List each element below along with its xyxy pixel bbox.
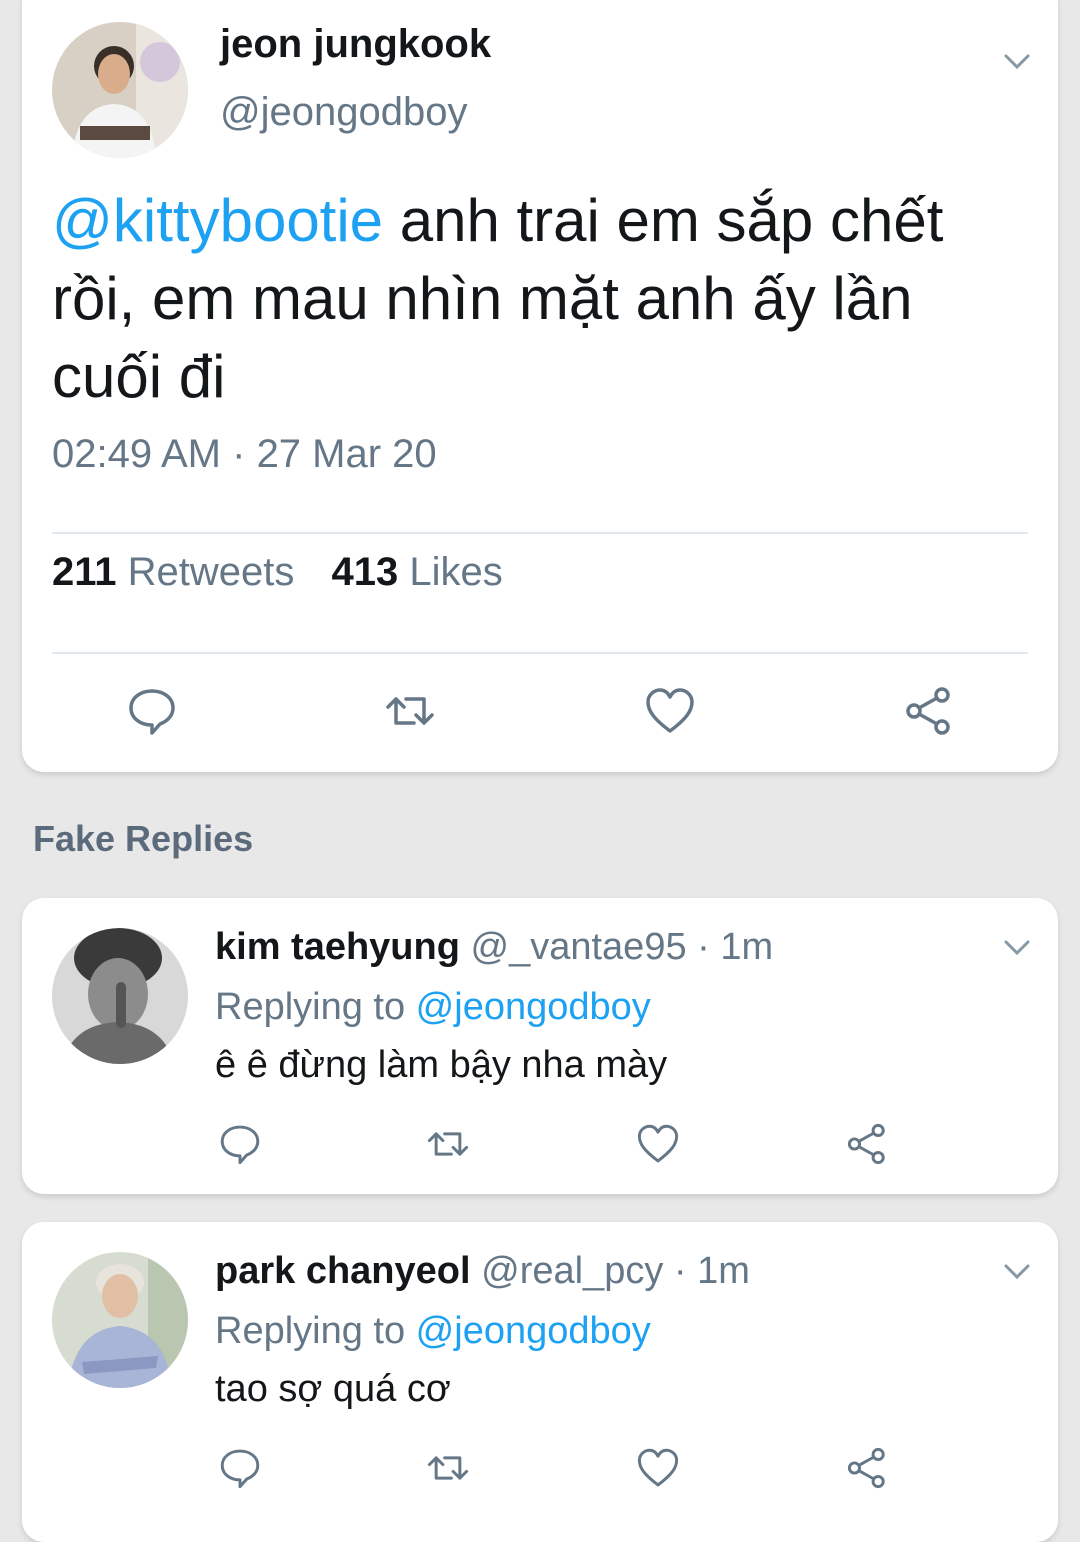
reply-author-name[interactable]: kim taehyung xyxy=(215,926,460,968)
avatar[interactable] xyxy=(52,928,188,1064)
divider xyxy=(52,532,1028,534)
reply-text: ê ê đừng làm bậy nha mày xyxy=(215,1044,668,1086)
reply-icon[interactable] xyxy=(126,685,178,737)
reply-author-handle[interactable]: @_vantae95 xyxy=(460,926,687,968)
retweet-icon[interactable] xyxy=(426,1446,470,1490)
reply-time: · 1m xyxy=(686,926,774,968)
reply-icon[interactable] xyxy=(218,1446,262,1490)
section-label: Fake Replies xyxy=(33,818,254,859)
avatar[interactable] xyxy=(52,22,188,158)
like-icon[interactable] xyxy=(636,1122,680,1166)
share-icon[interactable] xyxy=(904,685,956,737)
retweet-icon[interactable] xyxy=(426,1122,470,1166)
date-separator: · xyxy=(221,432,257,476)
like-icon[interactable] xyxy=(636,1446,680,1490)
replying-prefix: Replying to xyxy=(215,1310,416,1352)
like-stat[interactable]: 413 Likes xyxy=(332,550,503,594)
reply-author-name[interactable]: park chanyeol xyxy=(215,1250,471,1292)
chevron-down-icon[interactable] xyxy=(1002,52,1032,72)
retweet-icon[interactable] xyxy=(384,685,436,737)
reply-time: · 1m xyxy=(663,1250,750,1292)
reply-header: kim taehyung @_vantae95 · 1m xyxy=(215,926,773,969)
retweet-count: 211 xyxy=(52,550,117,594)
replying-handle[interactable]: @jeongodboy xyxy=(416,986,651,1028)
retweet-label: Retweets xyxy=(116,550,295,594)
timestamp: 02:49 AM · 27 Mar 20 xyxy=(52,432,437,477)
avatar[interactable] xyxy=(52,1252,188,1388)
engagement-stats: 211 Retweets 413 Likes xyxy=(52,550,503,595)
reply-icon[interactable] xyxy=(218,1122,262,1166)
replying-to: Replying to @jeongodboy xyxy=(215,1310,651,1353)
reply-text: tao sợ quá cơ xyxy=(215,1368,451,1410)
chevron-down-icon[interactable] xyxy=(1002,1262,1032,1282)
replying-handle[interactable]: @jeongodboy xyxy=(416,1310,651,1352)
author-name[interactable]: jeon jungkook xyxy=(220,22,491,67)
tweet-time: 02:49 AM xyxy=(52,432,222,476)
replying-to: Replying to @jeongodboy xyxy=(215,986,651,1029)
like-icon[interactable] xyxy=(644,685,696,737)
mention-link[interactable]: @kittybootie xyxy=(52,187,383,254)
chevron-down-icon[interactable] xyxy=(1002,938,1032,958)
main-tweet-card: jeon jungkook @jeongodboy @kittybootie a… xyxy=(22,0,1058,772)
share-icon[interactable] xyxy=(846,1122,890,1166)
reply-author-handle[interactable]: @real_pcy xyxy=(471,1250,663,1292)
share-icon[interactable] xyxy=(846,1446,890,1490)
tweet-text: @kittybootie anh trai em sắp chết rồi, e… xyxy=(52,182,1012,416)
like-count: 413 xyxy=(331,550,399,594)
like-label: Likes xyxy=(398,550,503,594)
retweet-stat[interactable]: 211 Retweets xyxy=(52,550,294,594)
tweet-actions xyxy=(22,640,1058,735)
reply-card[interactable]: kim taehyung @_vantae95 · 1m Replying to… xyxy=(22,898,1058,1194)
replying-prefix: Replying to xyxy=(215,986,416,1028)
tweet-date[interactable]: 27 Mar 20 xyxy=(257,432,437,476)
reply-header: park chanyeol @real_pcy · 1m xyxy=(215,1250,750,1293)
author-handle[interactable]: @jeongodboy xyxy=(220,90,467,135)
reply-card[interactable]: park chanyeol @real_pcy · 1m Replying to… xyxy=(22,1222,1058,1542)
